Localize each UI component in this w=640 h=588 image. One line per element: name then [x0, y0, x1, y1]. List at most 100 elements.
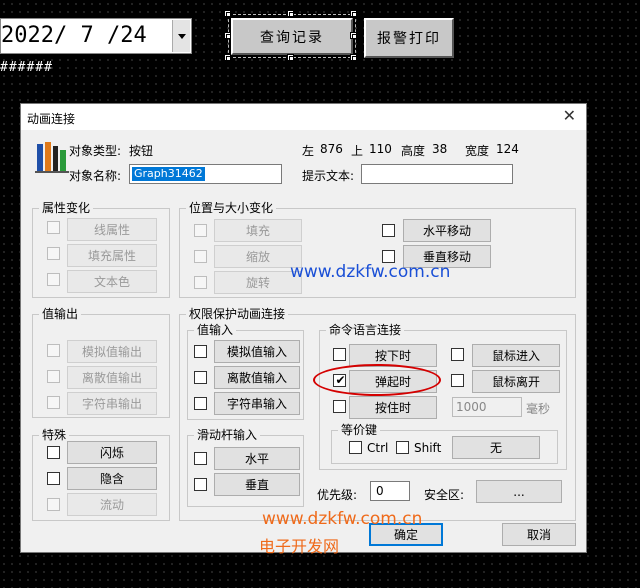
- ctrl-label: Ctrl: [367, 441, 389, 455]
- hint-text-label: 提示文本:: [302, 169, 355, 183]
- fill-button[interactable]: 填充: [214, 219, 302, 242]
- top-label: 上: [351, 144, 364, 158]
- discrete-output-checkbox[interactable]: [47, 370, 60, 383]
- slider-input-group: 滑动杆输入: [187, 428, 304, 507]
- alarm-print-button[interactable]: 报警打印: [364, 18, 454, 58]
- object-name-label: 对象名称:: [69, 169, 122, 183]
- blink-checkbox[interactable]: [47, 446, 60, 459]
- group-title: 等价键: [338, 423, 381, 437]
- cancel-button[interactable]: 取消: [502, 523, 576, 546]
- priority-label: 优先级:: [317, 488, 358, 502]
- mouse-leave-button[interactable]: 鼠标离开: [472, 370, 560, 393]
- text-color-checkbox[interactable]: [47, 273, 60, 286]
- left-value: 876: [320, 142, 343, 156]
- chevron-down-icon: [178, 34, 186, 39]
- group-title: 属性变化: [39, 201, 94, 215]
- text-color-button[interactable]: 文本色: [67, 270, 157, 293]
- height-value: 38: [432, 142, 448, 156]
- line-attr-checkbox[interactable]: [47, 221, 60, 234]
- analog-input-button[interactable]: 模拟值输入: [214, 340, 300, 363]
- mouse-enter-button[interactable]: 鼠标进入: [472, 344, 560, 367]
- line-attr-button[interactable]: 线属性: [67, 218, 157, 241]
- object-name-value: Graph31462: [132, 167, 205, 181]
- group-title: 特殊: [39, 428, 70, 442]
- analog-output-button[interactable]: 模拟值输出: [67, 340, 157, 363]
- resize-handle[interactable]: [287, 54, 294, 61]
- dialog-title: 动画连接: [27, 112, 76, 126]
- group-title: 权限保护动画连接: [186, 307, 289, 321]
- resize-handle[interactable]: [224, 54, 231, 61]
- query-record-button[interactable]: 查询记录: [231, 18, 353, 55]
- string-input-button[interactable]: 字符串输入: [214, 392, 300, 415]
- top-value: 110: [369, 142, 392, 156]
- priority-input[interactable]: 0: [370, 481, 410, 501]
- resize-handle[interactable]: [350, 32, 357, 39]
- flow-checkbox[interactable]: [47, 498, 60, 511]
- slider-horizontal-checkbox[interactable]: [194, 452, 207, 465]
- watermark-site-name: 电子开发网: [259, 537, 340, 556]
- highlight-annotation: [313, 364, 441, 396]
- hold-button[interactable]: 按住时: [349, 396, 437, 419]
- ctrl-checkbox[interactable]: [349, 441, 362, 454]
- date-dropdown-button[interactable]: [172, 20, 190, 52]
- slider-vertical-button[interactable]: 垂直: [214, 473, 300, 496]
- hotkey-button[interactable]: 无: [452, 436, 540, 459]
- resize-handle[interactable]: [350, 54, 357, 61]
- slider-vertical-checkbox[interactable]: [194, 478, 207, 491]
- fill-attr-button[interactable]: 填充属性: [67, 244, 157, 267]
- analog-output-checkbox[interactable]: [47, 344, 60, 357]
- hash-display: ######: [0, 60, 53, 75]
- string-output-checkbox[interactable]: [47, 396, 60, 409]
- rotate-button[interactable]: 旋转: [214, 271, 302, 294]
- string-input-checkbox[interactable]: [194, 397, 207, 410]
- discrete-input-checkbox[interactable]: [194, 371, 207, 384]
- fill-checkbox[interactable]: [194, 224, 207, 237]
- mouse-enter-checkbox[interactable]: [451, 348, 464, 361]
- group-title: 滑动杆输入: [194, 428, 261, 442]
- group-title: 值输出: [39, 307, 82, 321]
- object-type-value: 按钮: [129, 144, 154, 158]
- horizontal-move-button[interactable]: 水平移动: [403, 219, 491, 242]
- analog-input-checkbox[interactable]: [194, 345, 207, 358]
- date-value: 2022/ 7 /24: [1, 23, 147, 48]
- scale-button[interactable]: 缩放: [214, 245, 302, 268]
- hint-text-input[interactable]: [361, 164, 513, 184]
- hide-checkbox[interactable]: [47, 472, 60, 485]
- hold-interval-value: 1000: [456, 400, 487, 414]
- animation-link-dialog: 动画连接 ✕ 对象类型: 按钮 对象名称: Graph31462 左 876 上…: [20, 103, 587, 553]
- flow-button[interactable]: 流动: [67, 493, 157, 516]
- mouse-leave-checkbox[interactable]: [451, 374, 464, 387]
- slider-horizontal-button[interactable]: 水平: [214, 447, 300, 470]
- hide-button[interactable]: 隐含: [67, 467, 157, 490]
- width-label: 宽度: [465, 144, 490, 158]
- hold-checkbox[interactable]: [333, 400, 346, 413]
- object-type-label: 对象类型:: [69, 144, 122, 158]
- dialog-titlebar: 动画连接 ✕: [21, 104, 586, 130]
- priority-value: 0: [376, 484, 384, 498]
- resize-handle[interactable]: [224, 32, 231, 39]
- shift-checkbox[interactable]: [396, 441, 409, 454]
- close-icon[interactable]: ✕: [563, 106, 576, 125]
- resize-handle[interactable]: [224, 10, 231, 17]
- press-checkbox[interactable]: [333, 348, 346, 361]
- resize-handle[interactable]: [350, 10, 357, 17]
- discrete-output-button[interactable]: 离散值输出: [67, 366, 157, 389]
- blink-button[interactable]: 闪烁: [67, 441, 157, 464]
- group-title: 位置与大小变化: [186, 201, 277, 215]
- ms-label: 毫秒: [526, 402, 551, 416]
- fill-attr-checkbox[interactable]: [47, 247, 60, 260]
- string-output-button[interactable]: 字符串输出: [67, 392, 157, 415]
- security-zone-button[interactable]: ...: [476, 480, 562, 503]
- resize-handle[interactable]: [287, 10, 294, 17]
- object-name-input[interactable]: Graph31462: [129, 164, 282, 184]
- scale-checkbox[interactable]: [194, 250, 207, 263]
- security-zone-label: 安全区:: [424, 488, 465, 502]
- date-picker[interactable]: 2022/ 7 /24: [0, 18, 192, 54]
- group-title: 值输入: [194, 323, 237, 337]
- books-icon: [35, 142, 69, 173]
- rotate-checkbox[interactable]: [194, 276, 207, 289]
- left-label: 左: [302, 144, 315, 158]
- horizontal-move-checkbox[interactable]: [382, 224, 395, 237]
- hold-interval-input[interactable]: 1000: [452, 397, 522, 417]
- discrete-input-button[interactable]: 离散值输入: [214, 366, 300, 389]
